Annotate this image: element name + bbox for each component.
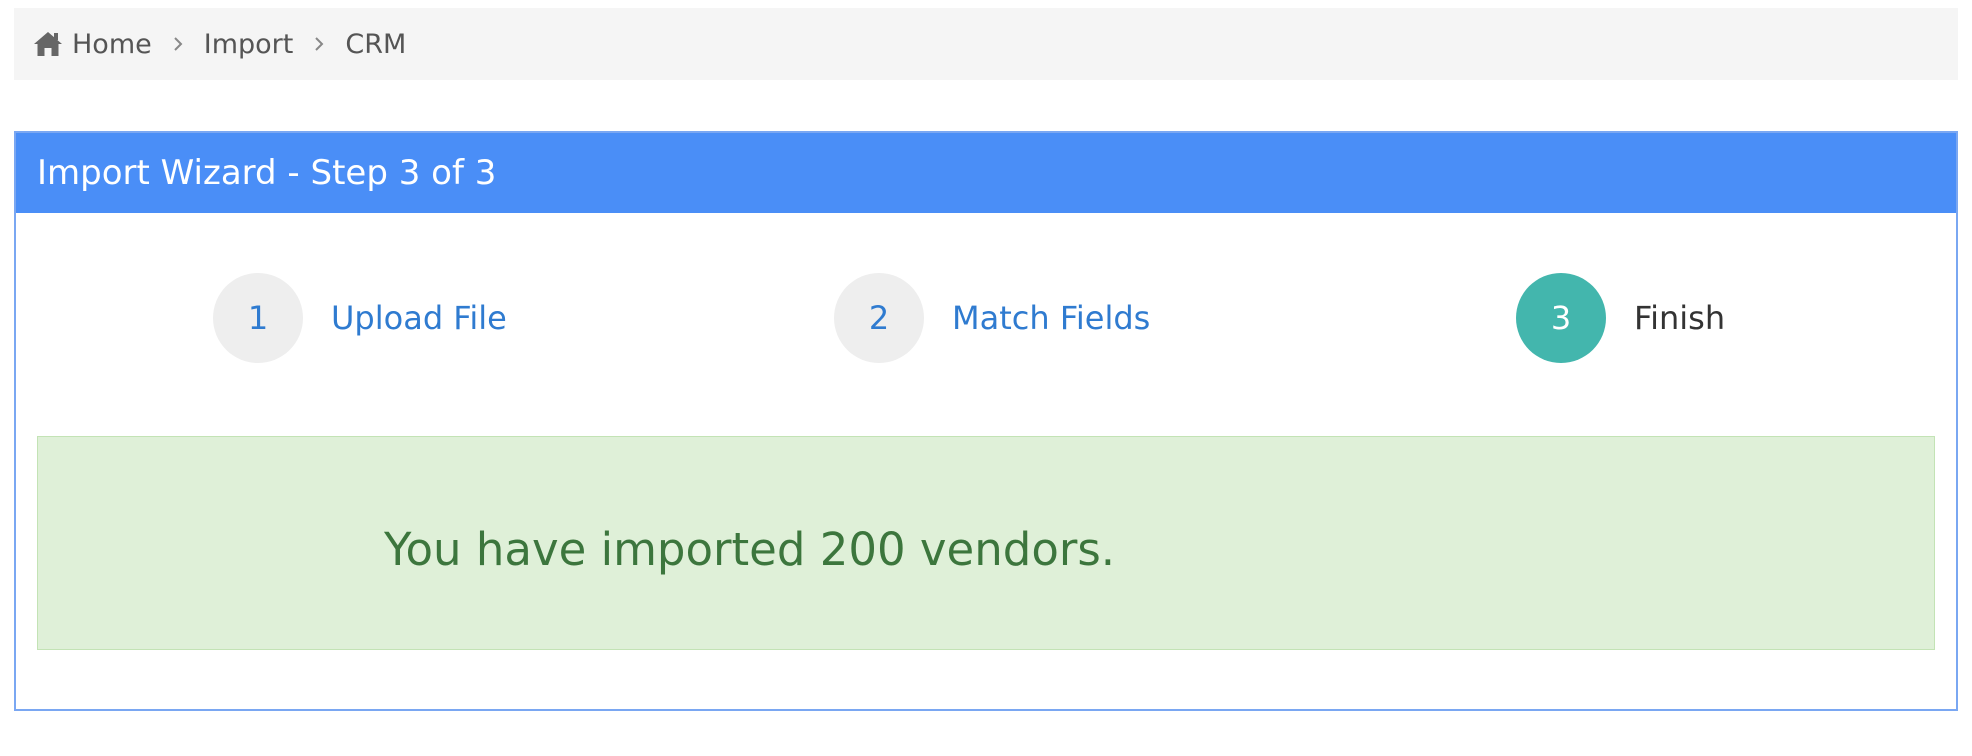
import-wizard-panel: Import Wizard - Step 3 of 3 1 Upload Fil… [14, 131, 1958, 711]
step-label: Finish [1634, 299, 1726, 337]
breadcrumb-home-label: Home [72, 28, 152, 60]
chevron-right-icon [152, 29, 204, 59]
step-label: Upload File [331, 299, 507, 337]
step-number-badge: 3 [1516, 273, 1606, 363]
step-match-fields[interactable]: 2 Match Fields [834, 273, 1150, 363]
wizard-steps: 1 Upload File 2 Match Fields 3 Finish [16, 213, 1956, 391]
chevron-right-icon [293, 29, 345, 59]
breadcrumb-home-link[interactable]: Home [32, 29, 152, 60]
breadcrumb: Home Import CRM [14, 8, 1958, 80]
step-upload-file[interactable]: 1 Upload File [213, 273, 507, 363]
step-number-badge: 1 [213, 273, 303, 363]
step-label: Match Fields [952, 299, 1151, 337]
wizard-header: Import Wizard - Step 3 of 3 [16, 133, 1956, 213]
import-success-alert: You have imported 200 vendors. [37, 436, 1935, 650]
breadcrumb-import-link[interactable]: Import [204, 29, 294, 60]
step-number-badge: 2 [834, 273, 924, 363]
step-finish: 3 Finish [1516, 273, 1725, 363]
wizard-title: Import Wizard - Step 3 of 3 [37, 153, 497, 193]
breadcrumb-crm-current: CRM [345, 28, 407, 60]
home-icon [32, 29, 64, 59]
import-success-message: You have imported 200 vendors. [384, 523, 1116, 576]
